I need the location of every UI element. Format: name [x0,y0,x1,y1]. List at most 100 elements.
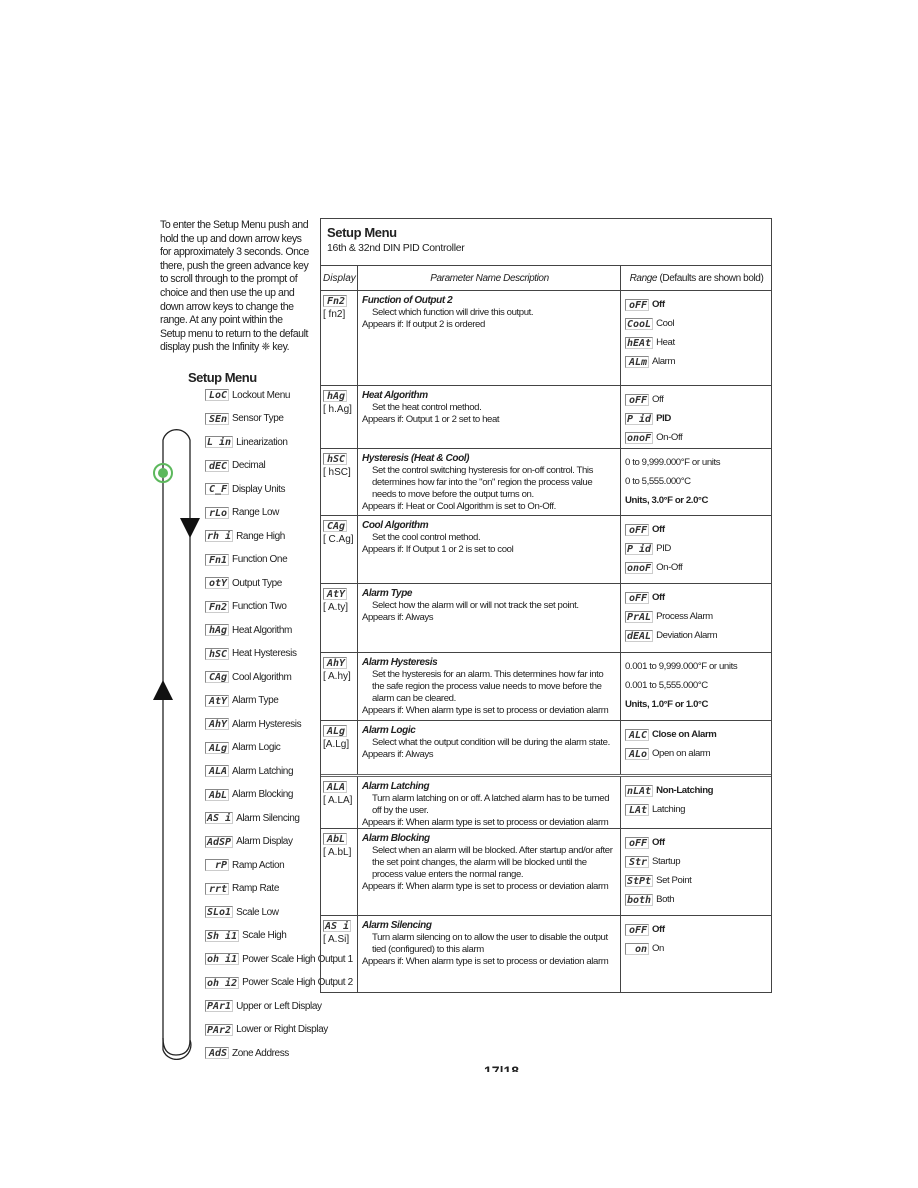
menu-item: AtY Alarm Type [205,694,279,708]
menu-item-label: Alarm Latching [232,765,294,777]
menu-item-label: Scale Low [236,906,279,918]
menu-item-label: Function One [232,554,288,565]
display-cell: hAg [ h.Ag] [321,386,358,448]
menu-item: Fn1 Function One [205,553,288,567]
option-code: oFF [625,836,649,849]
display-alias: [ A.ty] [323,602,349,613]
header-range-label: Range [629,273,658,284]
option-label: Both [656,894,675,905]
appears-if: Appears if: When alarm type is set to pr… [362,705,609,716]
table-header-block: Setup Menu 16th & 32nd DIN PID Controlle… [321,219,771,266]
range-cell: oFF Off P id PID onoF On-Off [621,516,771,583]
table-row: AS i [ A.Si] Alarm Silencing Turn alarm sil… [321,916,771,992]
description-cell: Alarm Type Select how the alarm will or w… [358,584,621,652]
range-option: oFF Off [625,295,768,314]
menu-item: PAr2 Lower or Right Display [205,1023,328,1037]
menu-item-label: Heat Hysteresis [232,648,297,659]
option-label: Set Point [656,875,692,886]
option-code: ALo [625,747,649,760]
menu-item-label: Range High [236,530,285,542]
option-code: LAt [625,803,649,816]
range-option: oFF Off [625,588,768,607]
menu-item: rLo Range Low [205,506,279,520]
display-code: AtY [323,588,347,600]
display-code: Fn2 [323,295,347,307]
range-option: onoF On-Off [625,558,768,577]
table-row: AhY [ A.hy] Alarm Hysteresis Set the hyster… [321,653,771,721]
up-arrow-icon [153,680,173,700]
parameter-description: Select when an alarm will be blocked. Af… [372,845,613,880]
display-cell: AS i [ A.Si] [321,916,358,992]
display-code: hSC [323,453,347,465]
menu-item: SLo1 Scale Low [205,905,279,919]
parameter-description: Set the control switching hysteresis for… [372,465,594,500]
option-label: PID [656,413,671,424]
menu-item: AhY Alarm Hysteresis [205,717,302,731]
display-alias: [ C.Ag] [323,534,354,545]
parameter-description: Select what the output condition will be… [372,737,610,748]
column-headers: Display Parameter Name Description Range… [321,266,771,291]
parameter-name: Alarm Hysteresis [362,657,438,668]
table-row: ALg [A.Lg] Alarm Logic Select what the outp… [321,721,771,777]
option-code: P id [625,412,654,425]
menu-item: AbL Alarm Blocking [205,788,293,802]
appears-if: Appears if: When alarm type is set to pr… [362,956,609,967]
appears-if: Appears if: Always [362,612,434,623]
range-cell: 0.001 to 9,999.000°F or units 0.001 to 5,… [621,653,771,720]
parameter-name: Alarm Blocking [362,833,430,844]
range-cell: ALC Close on Alarm ALo Open on alarm [621,721,771,774]
option-code: ALC [625,728,649,741]
menu-item-label: Alarm Logic [232,742,281,753]
setup-menu-table: Setup Menu 16th & 32nd DIN PID Controlle… [320,218,772,993]
option-code: both [625,893,654,906]
menu-item-label: Lockout Menu [232,389,291,401]
menu-item: Sh i1 Scale High [205,929,287,943]
range-option: oFF Off [625,390,768,409]
parameter-description: Turn alarm silencing on to allow the use… [372,932,608,955]
table-row: AtY [ A.ty] Alarm Type Select how the alarm… [321,584,771,653]
menu-item: ALg Alarm Logic [205,741,281,755]
parameter-name: Alarm Latching [362,781,430,792]
menu-item: C_F Display Units [205,482,286,496]
menu-item-label: Display Units [232,483,286,495]
menu-item-label: Ramp Rate [232,883,279,894]
parameter-description: Set the heat control method. [372,402,482,413]
description-cell: Function of Output 2 Select which functio… [358,291,621,385]
option-code: oFF [625,393,649,406]
option-code: on [625,942,649,955]
menu-item: rh i Range High [205,529,285,543]
menu-title: Setup Menu [188,370,257,385]
display-alias: [ A.Si] [323,934,350,945]
option-code: CooL [625,317,654,330]
menu-item: L in Linearization [205,435,288,449]
range-value: 0 to 5,555.000°C [625,476,691,487]
menu-item-label: Lower or Right Display [236,1024,328,1035]
header-range: Range (Defaults are shown bold) [621,266,771,290]
range-option: nLAt Non-Latching [625,781,768,800]
range-option: P id PID [625,539,768,558]
page-number: 17|18 [484,1064,520,1072]
option-code: PrAL [625,610,654,623]
option-label: Startup [652,856,681,867]
range-option: oFF Off [625,833,768,852]
description-cell: Alarm Logic Select what the output condit… [358,721,621,774]
range-cell: 0 to 9,999.000°F or units 0 to 5,555.000°… [621,449,771,515]
option-code: dEAL [625,629,654,642]
option-label: On [652,943,664,954]
menu-item-label: Alarm Hysteresis [232,718,302,730]
table-row: hAg [ h.Ag] Heat Algorithm Set the heat con… [321,386,771,449]
menu-item: hAg Heat Algorithm [205,623,292,637]
option-label: Off [652,394,664,405]
option-label: Alarm [652,356,676,367]
range-cell: oFF Off on On [621,916,771,992]
parameter-name: Heat Algorithm [362,390,428,401]
range-option: PrAL Process Alarm [625,607,768,626]
option-code: oFF [625,523,649,536]
display-alias: [ A.bL] [323,847,352,858]
menu-item-label: Sensor Type [232,413,284,424]
option-code: onoF [625,561,654,574]
range-option: oFF Off [625,520,768,539]
display-cell: ALA [ A.LA] [321,777,358,828]
table-row: hSC [ hSC] Hysteresis (Heat & Cool) Set the… [321,449,771,516]
appears-if: Appears if: Always [362,749,434,760]
